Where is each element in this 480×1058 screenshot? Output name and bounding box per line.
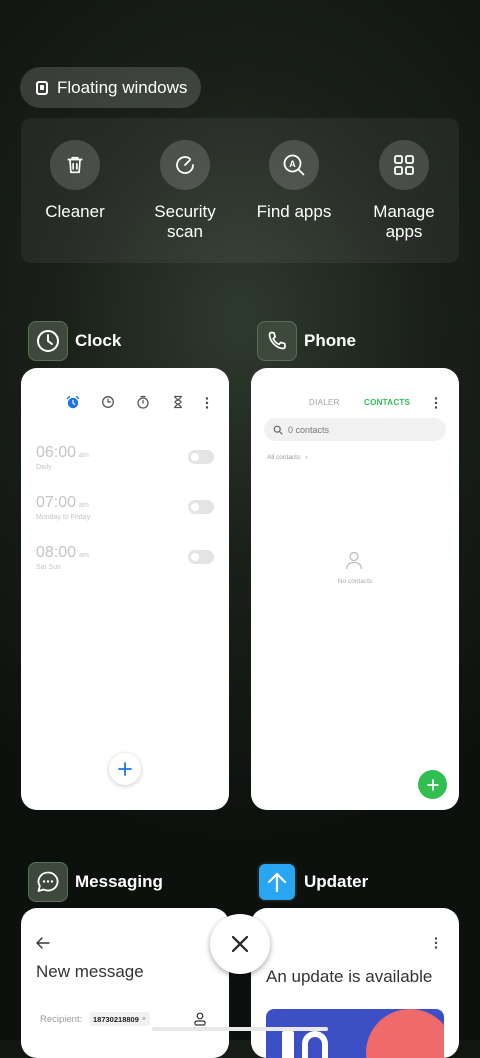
back-arrow-icon[interactable] [36, 936, 50, 954]
security-scan-button[interactable]: Security scan [135, 140, 235, 242]
empty-contacts-label: No contacts [337, 578, 373, 585]
update-available-title: An update is available [266, 967, 433, 986]
timer-tab-icon[interactable] [171, 395, 185, 414]
clock-app-name: Clock [75, 331, 122, 350]
updater-app-name: Updater [304, 872, 369, 891]
recipient-chip-number: 18730218809 [93, 1014, 139, 1024]
tab-dialer[interactable]: DIALER [309, 398, 340, 407]
alarm-toggle[interactable] [188, 500, 214, 514]
alarm-repeat: Sat Sun [36, 564, 61, 571]
quick-tools-panel: Cleaner Security scan A Find apps Manage… [21, 118, 459, 263]
add-contact-button[interactable] [418, 770, 447, 799]
floating-windows-button[interactable]: Floating windows [20, 67, 201, 108]
alarm-repeat: Monday to Friday [36, 514, 91, 521]
plus-icon [426, 778, 439, 791]
manage-apps-label: Manage apps [373, 202, 435, 241]
plus-icon [118, 762, 132, 776]
phone-app-name: Phone [304, 331, 356, 350]
tab-contacts[interactable]: CONTACTS [364, 398, 410, 407]
empty-contact-icon [344, 550, 364, 575]
messaging-app-card[interactable]: New message Recipient: 18730218809 × [21, 908, 229, 1058]
phone-more-icon[interactable] [433, 396, 439, 415]
contacts-search-input[interactable]: 0 contacts [264, 418, 446, 441]
alarm-time: 08:00 [36, 544, 77, 561]
stopwatch-tab-icon[interactable] [136, 395, 150, 414]
updater-app-card[interactable]: An update is available [251, 908, 459, 1058]
close-all-button[interactable] [210, 914, 270, 974]
grid-icon [379, 140, 429, 190]
updater-app-icon [257, 862, 297, 902]
recipient-chip[interactable]: 18730218809 × [89, 1012, 150, 1026]
world-clock-tab-icon[interactable] [101, 395, 115, 414]
alarm-ampm: am [79, 502, 89, 509]
alarm-repeat: Daily [36, 464, 52, 471]
security-scan-label: Security scan [154, 202, 216, 241]
find-apps-button[interactable]: A Find apps [244, 140, 344, 222]
alarm-item[interactable]: 06:00 am Daily [36, 444, 214, 494]
close-icon [231, 935, 249, 953]
contacts-filter[interactable]: All contacts ▾ [267, 454, 308, 461]
phone-app-header[interactable]: Phone [257, 321, 356, 361]
clock-app-icon [28, 321, 68, 361]
svg-text:A: A [289, 159, 296, 169]
add-alarm-button[interactable] [109, 753, 141, 785]
cleaner-button[interactable]: Cleaner [25, 140, 125, 222]
alarm-item[interactable]: 08:00 am Sat Sun [36, 544, 214, 594]
floating-windows-label: Floating windows [57, 77, 188, 97]
updater-more-icon[interactable] [433, 936, 439, 955]
remove-recipient-icon[interactable]: × [142, 1016, 146, 1023]
recipient-label: Recipient: [40, 1014, 83, 1025]
alarm-ampm: am [79, 552, 89, 559]
messaging-app-name: Messaging [75, 872, 163, 891]
search-placeholder: 0 contacts [288, 424, 330, 435]
updater-app-header[interactable]: Updater [257, 862, 368, 902]
contacts-filter-label: All contacts [267, 454, 301, 461]
clock-app-card[interactable]: 06:00 am Daily 07:00 am Monday to Friday 0… [21, 368, 229, 810]
alarm-time: 06:00 [36, 444, 77, 461]
find-apps-icon: A [269, 140, 319, 190]
clock-more-icon[interactable] [204, 396, 210, 415]
alarm-toggle[interactable] [188, 550, 214, 564]
alarm-toggle[interactable] [188, 450, 214, 464]
alarm-tab-icon[interactable] [66, 395, 80, 414]
messaging-app-icon [28, 862, 68, 902]
home-indicator[interactable] [152, 1027, 328, 1031]
update-banner-image [266, 1009, 444, 1058]
phone-app-card[interactable]: DIALER CONTACTS 0 contacts All contacts … [251, 368, 459, 810]
search-icon [273, 425, 283, 435]
chevron-down-icon: ▾ [305, 455, 308, 461]
floating-window-icon [36, 80, 48, 95]
security-scan-icon [160, 140, 210, 190]
clock-app-header[interactable]: Clock [28, 321, 121, 361]
cleaner-label: Cleaner [45, 202, 105, 221]
phone-app-icon [257, 321, 297, 361]
trash-icon [50, 140, 100, 190]
alarm-item[interactable]: 07:00 am Monday to Friday [36, 494, 214, 544]
new-message-title: New message [36, 962, 144, 981]
alarm-ampm: am [79, 452, 89, 459]
messaging-app-header[interactable]: Messaging [28, 862, 163, 902]
alarm-time: 07:00 [36, 494, 77, 511]
manage-apps-button[interactable]: Manage apps [354, 140, 454, 242]
find-apps-label: Find apps [256, 202, 332, 221]
